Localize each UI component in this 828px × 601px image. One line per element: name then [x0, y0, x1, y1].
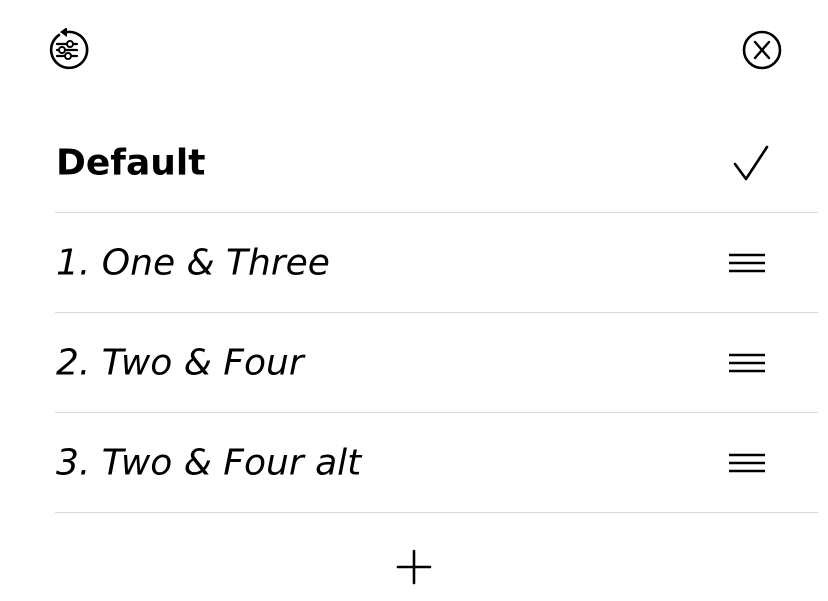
preset-label: 1. One & Three: [56, 242, 330, 283]
preset-list: Default 1. One & Three 2. Two & Four 3. …: [55, 113, 818, 513]
close-circle-icon: [742, 30, 782, 70]
preset-label: 2. Two & Four: [56, 342, 304, 383]
preset-row-1[interactable]: 1. One & Three: [55, 213, 818, 313]
preset-label: Default: [56, 142, 206, 183]
reset-sliders-icon: [49, 27, 89, 70]
preset-label: 3. Two & Four alt: [56, 442, 362, 483]
reset-sliders-button[interactable]: [45, 27, 89, 72]
plus-icon: [396, 549, 432, 585]
drag-handle-icon[interactable]: [727, 348, 767, 378]
close-button[interactable]: [740, 28, 784, 72]
checkmark-icon: [733, 145, 769, 180]
drag-handle-icon[interactable]: [727, 248, 767, 278]
add-preset-button[interactable]: [396, 547, 432, 587]
preset-row-2[interactable]: 2. Two & Four: [55, 313, 818, 413]
preset-row-default[interactable]: Default: [55, 113, 818, 213]
top-bar: [0, 0, 828, 100]
drag-handle-icon[interactable]: [727, 448, 767, 478]
preset-row-3[interactable]: 3. Two & Four alt: [55, 413, 818, 513]
